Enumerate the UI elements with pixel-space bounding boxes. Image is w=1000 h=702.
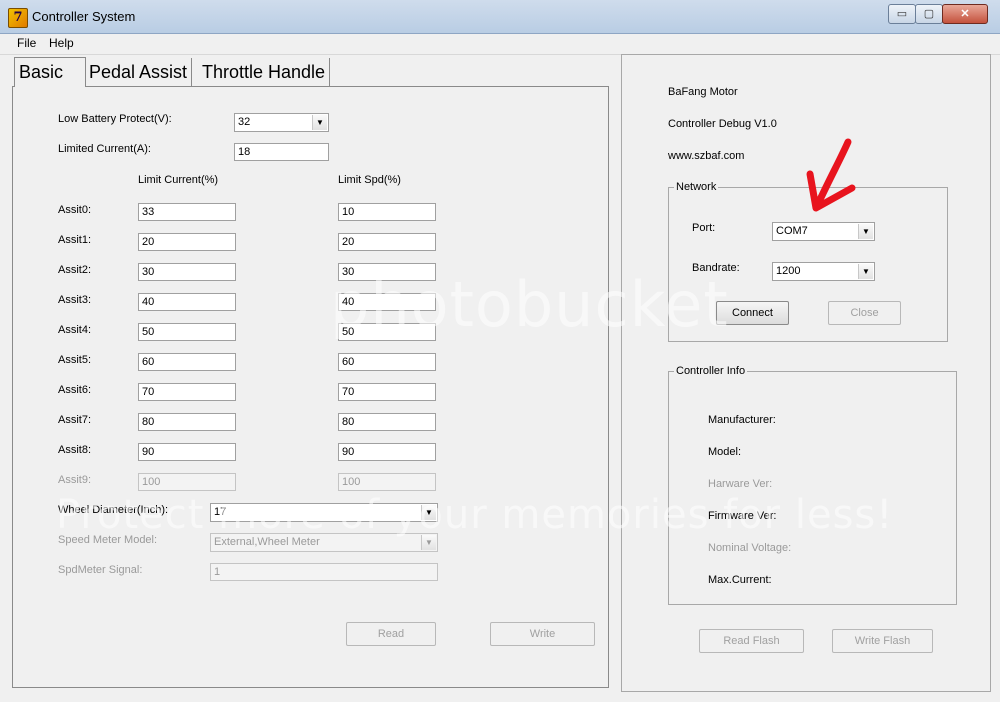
tab-throttle-handle[interactable]: Throttle Handle [198,58,331,86]
assist-label: Assit3: [58,294,92,306]
assist-label: Assit4: [58,324,92,336]
assist-label: Assit9: [58,474,92,486]
assist-current-input[interactable] [138,443,236,461]
assist-speed-input[interactable] [338,353,436,371]
low-battery-label: Low Battery Protect(V): [58,113,172,125]
limit-speed-header: Limit Spd(%) [338,174,401,186]
assist-speed-input[interactable] [338,473,436,491]
assist-label: Assit7: [58,414,92,426]
assist-current-input[interactable] [138,473,236,491]
assist-label: Assit8: [58,444,92,456]
basic-tab-panel [12,86,609,688]
assist-label: Assit6: [58,384,92,396]
spd-signal-label: SpdMeter Signal: [58,564,143,576]
write-button[interactable]: Write [490,622,595,646]
website-text: www.szbaf.com [668,150,745,162]
assist-speed-input[interactable] [338,203,436,221]
limit-current-header: Limit Current(%) [138,174,219,186]
assist-label: Assit1: [58,234,92,246]
hardware-ver-label: Harware Ver: [708,478,773,490]
max-current-label: Max.Current: [708,574,772,586]
model-label: Model: [708,446,742,458]
watermark-slogan: Protect more of your memories for less! [56,492,894,538]
assist-speed-input[interactable] [338,413,436,431]
assist-label: Assit2: [58,264,92,276]
assist-speed-input[interactable] [338,233,436,251]
brand-text: BaFang Motor [668,86,738,98]
bandrate-value: 1200 [776,265,801,277]
low-battery-value: 32 [238,116,251,128]
manufacturer-label: Manufacturer: [708,414,776,426]
assist-current-input[interactable] [138,413,236,431]
read-flash-button[interactable]: Read Flash [699,629,804,653]
menu-bar [0,34,1000,55]
minimize-button[interactable]: ▭ [888,4,916,24]
read-button[interactable]: Read [346,622,436,646]
version-text: Controller Debug V1.0 [668,118,777,130]
app-icon: 7 [8,8,28,28]
assist-label: Assit5: [58,354,92,366]
chevron-down-icon[interactable]: ▼ [312,115,327,130]
network-title: Network [674,181,719,193]
limited-current-input[interactable] [234,143,329,161]
chevron-down-icon[interactable]: ▼ [858,224,873,239]
tab-pedal-assist[interactable]: Pedal Assist [85,58,193,86]
assist-current-input[interactable] [138,323,236,341]
close-connection-button[interactable]: Close [828,301,901,325]
close-window-button[interactable]: ✕ [942,4,988,24]
write-flash-button[interactable]: Write Flash [832,629,933,653]
menu-help[interactable]: Help [49,36,74,50]
red-arrow-annotation [806,138,856,212]
low-battery-select[interactable]: 32 ▼ [234,113,329,132]
tab-basic[interactable]: Basic [14,57,86,87]
window-title: Controller System [32,9,136,24]
port-value: COM7 [776,225,808,237]
spd-signal-input[interactable] [210,563,438,581]
limited-current-label: Limited Current(A): [58,143,151,155]
assist-speed-input[interactable] [338,383,436,401]
controller-info-title: Controller Info [674,365,748,377]
assist-current-input[interactable] [138,383,236,401]
assist-label: Assit0: [58,204,92,216]
assist-current-input[interactable] [138,353,236,371]
nominal-voltage-label: Nominal Voltage: [708,542,792,554]
assist-current-input[interactable] [138,203,236,221]
port-label: Port: [692,222,716,234]
assist-current-input[interactable] [138,293,236,311]
port-select[interactable]: COM7 ▼ [772,222,875,241]
maximize-button[interactable]: ▢ [915,4,943,24]
chevron-down-icon[interactable]: ▼ [858,264,873,279]
menu-file[interactable]: File [17,36,36,50]
watermark-logo-text: photobucket [330,268,729,341]
assist-current-input[interactable] [138,233,236,251]
bandrate-select[interactable]: 1200 ▼ [772,262,875,281]
title-bar[interactable] [0,0,1000,34]
assist-speed-input[interactable] [338,443,436,461]
assist-current-input[interactable] [138,263,236,281]
